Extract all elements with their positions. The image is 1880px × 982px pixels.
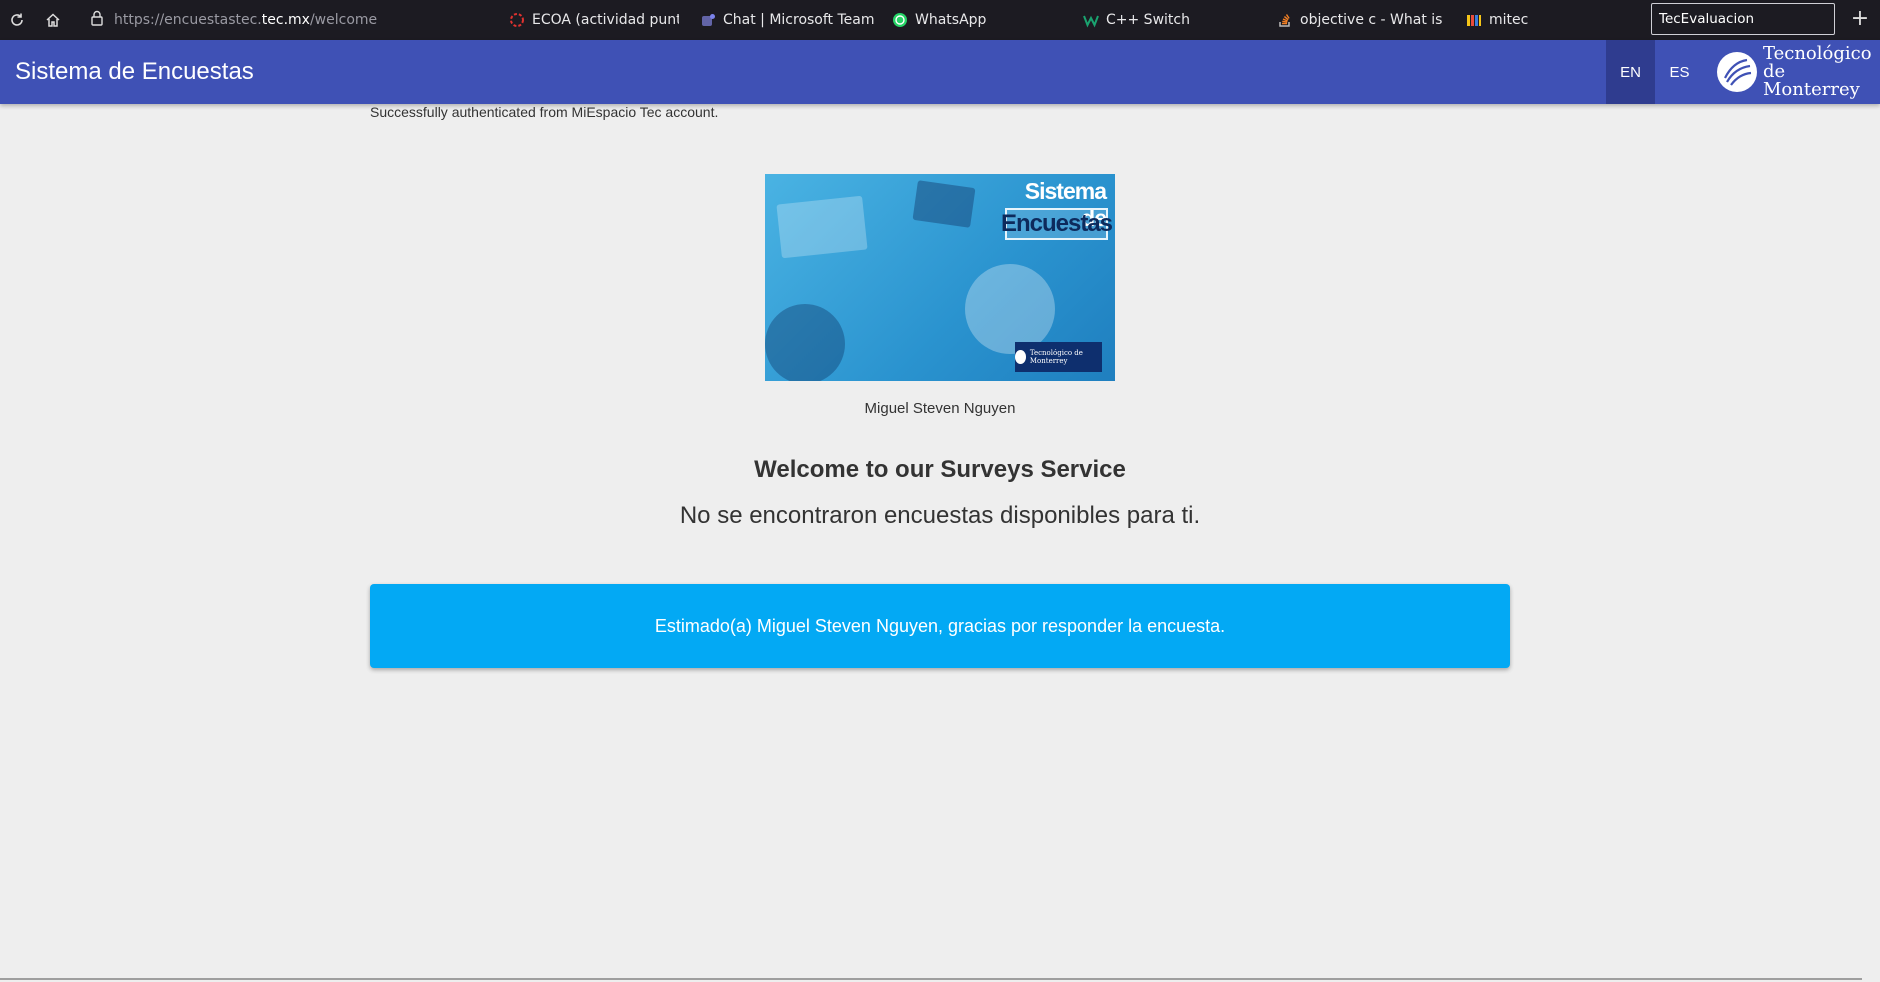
home-icon[interactable] xyxy=(43,10,63,30)
horizontal-scrollbar[interactable] xyxy=(0,978,1862,980)
survey-banner-image: Sistema de Encuestas Tecnológico de Mont… xyxy=(765,174,1115,381)
welcome-heading: Welcome to our Surveys Service xyxy=(754,456,1126,483)
reload-icon[interactable] xyxy=(7,10,27,30)
w-icon xyxy=(1083,12,1099,28)
app-title[interactable]: Sistema de Encuestas xyxy=(15,40,254,104)
address-bar[interactable]: https://encuestastec.tec.mx/welcome xyxy=(90,0,377,40)
url-suffix: /welcome xyxy=(309,12,378,28)
bookmark-label: C++ Switch xyxy=(1106,12,1190,28)
bookmark-label: ECOA (actividad puntos xyxy=(532,12,679,28)
bookmark-stackoverflow[interactable]: objective c - What is cau xyxy=(1277,0,1447,40)
logo-line2: de Monterrey xyxy=(1763,61,1860,100)
browser-toolbar: https://encuestastec.tec.mx/welcome ECOA… xyxy=(0,0,1880,40)
whatsapp-icon xyxy=(892,12,908,28)
new-tab-button[interactable]: + xyxy=(1848,8,1872,32)
url-prefix: https://encuestastec. xyxy=(114,12,262,28)
bookmark-label: Chat | Microsoft Teams xyxy=(723,12,875,28)
bookmark-teams[interactable]: Chat | Microsoft Teams xyxy=(700,0,875,40)
banner-badge: Tecnológico de Monterrey xyxy=(1015,342,1102,372)
url-host: tec.mx xyxy=(261,12,310,28)
lang-en-button[interactable]: EN xyxy=(1606,40,1655,104)
bookmark-label: mitec xyxy=(1489,12,1529,28)
stackoverflow-icon xyxy=(1277,12,1293,28)
bookmark-label: WhatsApp xyxy=(915,12,987,28)
auth-message: Successfully authenticated from MiEspaci… xyxy=(370,104,719,120)
bookmark-whatsapp[interactable]: WhatsApp xyxy=(892,0,992,40)
teams-icon xyxy=(700,12,716,28)
laptop-illustration xyxy=(776,195,868,259)
person-illustration xyxy=(965,264,1055,354)
tec-logo-mark-icon xyxy=(1717,52,1757,92)
lang-es-button[interactable]: ES xyxy=(1655,40,1704,104)
tab-search-input[interactable]: TecEvaluacion xyxy=(1651,3,1835,35)
no-surveys-message: No se encontraron encuestas disponibles … xyxy=(679,502,1201,529)
bookmark-ecoa[interactable]: ECOA (actividad puntos xyxy=(509,0,679,40)
mitec-icon xyxy=(1466,12,1482,28)
lock-icon xyxy=(90,10,104,30)
bookmark-label: objective c - What is cau xyxy=(1300,12,1447,28)
tablet-illustration xyxy=(912,180,976,228)
user-name: Miguel Steven Nguyen xyxy=(864,400,1016,417)
thank-you-card: Estimado(a) Miguel Steven Nguyen, gracia… xyxy=(370,584,1510,668)
tec-badge-icon xyxy=(1015,350,1026,364)
banner-title-line2: Encuestas xyxy=(1001,208,1113,240)
ecoa-ring-icon xyxy=(509,12,525,28)
tec-logo[interactable]: Tecnológico de Monterrey xyxy=(1717,45,1873,99)
bookmark-mitec[interactable]: mitec xyxy=(1466,0,1556,40)
thank-you-text: Estimado(a) Miguel Steven Nguyen, gracia… xyxy=(654,615,1226,636)
bookmark-cpp-switch[interactable]: C++ Switch xyxy=(1083,0,1193,40)
person-illustration xyxy=(765,304,845,381)
banner-badge-label: Tecnológico de Monterrey xyxy=(1029,349,1083,365)
app-header: Sistema de Encuestas EN ES Tecnológico de… xyxy=(0,40,1880,104)
